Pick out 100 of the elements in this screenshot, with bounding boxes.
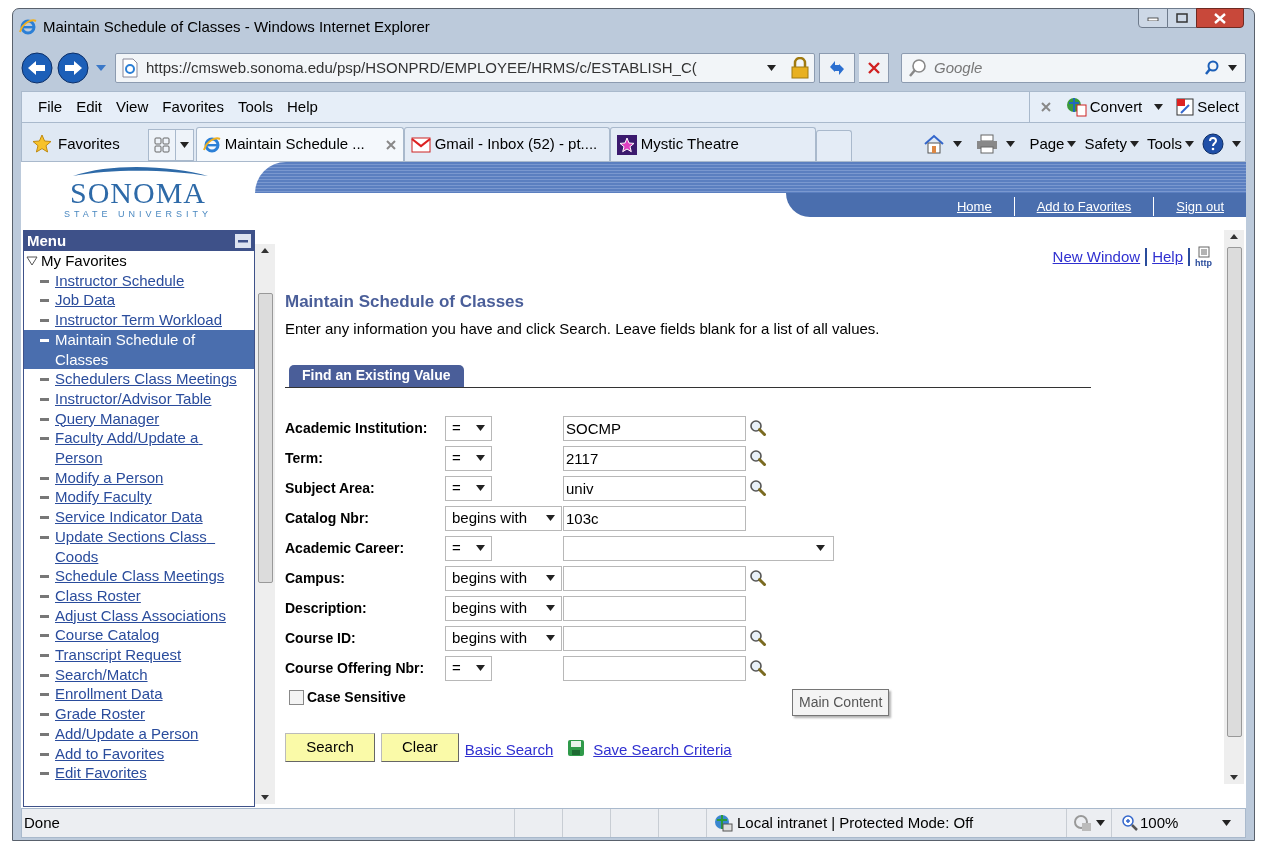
input-field[interactable]: [563, 595, 746, 621]
menu-item[interactable]: Favorites: [156, 95, 230, 119]
operator-dropdown[interactable]: =: [445, 445, 492, 471]
stop-button[interactable]: [859, 53, 889, 83]
zoom-button[interactable]: 100%: [1111, 809, 1245, 837]
menu-item[interactable]: Schedule Class Meetings: [24, 566, 254, 586]
action-button[interactable]: Clear: [381, 732, 459, 762]
browser-tab[interactable]: Gmail - Inbox (52) - pt....: [403, 127, 610, 161]
search-tab[interactable]: Find an Existing Value: [289, 364, 464, 387]
menu-item[interactable]: Enrollment Data: [24, 684, 254, 705]
university-logo[interactable]: SONOMA STATE UNIVERSITY: [21, 162, 255, 222]
dropdown-caret-icon[interactable]: [1006, 141, 1016, 147]
menu-item[interactable]: File: [32, 95, 69, 119]
menu-item[interactable]: Tools: [231, 95, 279, 119]
operator-dropdown[interactable]: =: [445, 475, 492, 501]
input-field[interactable]: SOCMP: [563, 415, 746, 441]
caret-icon[interactable]: [179, 142, 189, 148]
menu-item[interactable]: Faculty Add/Update a Person: [24, 428, 254, 468]
operator-dropdown[interactable]: begins with: [445, 625, 562, 651]
search-icon[interactable]: [749, 449, 767, 467]
maximize-button[interactable]: [1168, 8, 1196, 28]
refresh-icon[interactable]: [827, 59, 847, 77]
header-link[interactable]: Sign out: [1153, 196, 1246, 216]
favorites-button[interactable]: Favorites: [22, 127, 130, 161]
menu-item[interactable]: Job Data: [24, 290, 254, 311]
stop-icon[interactable]: [866, 61, 881, 75]
menu-item[interactable]: Instructor Term Workload: [24, 310, 254, 330]
dropdown-caret-icon[interactable]: [953, 141, 963, 147]
folder-label[interactable]: My Favorites: [41, 251, 127, 271]
grid-icon[interactable]: [153, 137, 170, 153]
menu-item[interactable]: Course Catalog: [24, 625, 254, 646]
menu-item[interactable]: Edit: [70, 95, 109, 119]
menu-item[interactable]: Search/Match: [24, 664, 254, 685]
search-icon[interactable]: [749, 659, 767, 677]
address-field[interactable]: https://cmsweb.sonoma.edu/psp/HSONPRD/EMPLOYEE/HRMS/c/ESTABLISH_C(: [115, 53, 815, 83]
close-button[interactable]: [1196, 8, 1244, 28]
menu-item[interactable]: Instructor Schedule: [24, 270, 254, 291]
menu-item[interactable]: Instructor/Advisor Table: [24, 388, 254, 409]
menu-item[interactable]: View: [110, 95, 155, 119]
menu-item[interactable]: Update Sections Class Coods: [24, 526, 254, 567]
link[interactable]: New Window: [1052, 246, 1141, 269]
dropdown-caret-icon[interactable]: [1232, 141, 1241, 147]
menu-item[interactable]: Grade Roster: [24, 704, 254, 724]
menu-item[interactable]: Query Manager: [24, 408, 254, 429]
action-button[interactable]: Search: [285, 732, 375, 762]
header-link[interactable]: Home: [934, 196, 1014, 216]
menu-item[interactable]: Transcript Request: [24, 645, 254, 665]
input-field[interactable]: [563, 565, 746, 591]
close-icon[interactable]: [1039, 101, 1052, 113]
search-icon[interactable]: [1204, 60, 1220, 76]
operator-dropdown[interactable]: =: [445, 535, 492, 561]
scroll-up-icon[interactable]: [1230, 234, 1238, 239]
scroll-down-icon[interactable]: [1230, 775, 1238, 780]
link[interactable]: Save Search Criteria: [593, 738, 732, 762]
menu-item[interactable]: Schedulers Class Meetings: [24, 369, 254, 389]
menu-item[interactable]: Add/Update a Person: [24, 723, 254, 744]
minimize-icon[interactable]: [1147, 15, 1159, 21]
command-menu-button[interactable]: Tools: [1146, 132, 1194, 156]
search-icon[interactable]: [749, 629, 767, 647]
collapse-icon[interactable]: [235, 234, 251, 248]
home-icon[interactable]: [923, 134, 946, 154]
refresh-button[interactable]: [819, 53, 855, 83]
input-field[interactable]: [563, 655, 746, 681]
menu-item[interactable]: Help: [281, 95, 324, 119]
menu-item[interactable]: Add to Favorites: [24, 743, 254, 764]
menu-item[interactable]: Modify a Person: [24, 467, 254, 488]
select-button[interactable]: Select: [1175, 95, 1239, 119]
help-icon[interactable]: [1202, 133, 1224, 155]
search-icon[interactable]: [749, 419, 767, 437]
dropdown-caret-icon[interactable]: [1096, 820, 1105, 826]
menu-item[interactable]: Modify Faculty: [24, 487, 254, 508]
scroll-up-icon[interactable]: [261, 248, 269, 253]
menu-item[interactable]: Maintain Schedule of Classes: [24, 329, 254, 370]
scrollbar[interactable]: [255, 244, 275, 804]
browser-tab[interactable]: Mystic Theatre: [609, 127, 816, 161]
printer-icon[interactable]: [976, 134, 999, 154]
scrollbar[interactable]: [1224, 230, 1244, 784]
history-dropdown-icon[interactable]: [95, 64, 107, 72]
command-menu-button[interactable]: Safety: [1084, 132, 1139, 156]
search-field[interactable]: Google: [934, 56, 1198, 80]
maximize-icon[interactable]: [1176, 13, 1188, 23]
operator-dropdown[interactable]: begins with: [445, 595, 562, 621]
checkbox[interactable]: [289, 689, 304, 705]
menu-item[interactable]: Adjust Class Associations: [24, 605, 254, 626]
input-field[interactable]: univ: [563, 475, 746, 501]
dropdown-caret-icon[interactable]: [1226, 65, 1239, 71]
header-link[interactable]: Add to Favorites: [1013, 196, 1154, 216]
triangle-icon[interactable]: [26, 255, 38, 266]
operator-dropdown[interactable]: =: [445, 415, 492, 441]
forward-button[interactable]: [57, 52, 89, 84]
close-icon[interactable]: [384, 138, 397, 151]
operator-dropdown[interactable]: begins with: [445, 565, 562, 591]
back-button[interactable]: [21, 52, 53, 84]
scroll-down-icon[interactable]: [261, 795, 269, 800]
input-field[interactable]: [563, 625, 746, 651]
operator-dropdown[interactable]: begins with: [445, 505, 562, 531]
search-icon[interactable]: [749, 479, 767, 497]
convert-button[interactable]: Convert: [1065, 95, 1143, 119]
link[interactable]: Help: [1152, 246, 1183, 269]
menu-item[interactable]: Class Roster: [24, 585, 254, 606]
